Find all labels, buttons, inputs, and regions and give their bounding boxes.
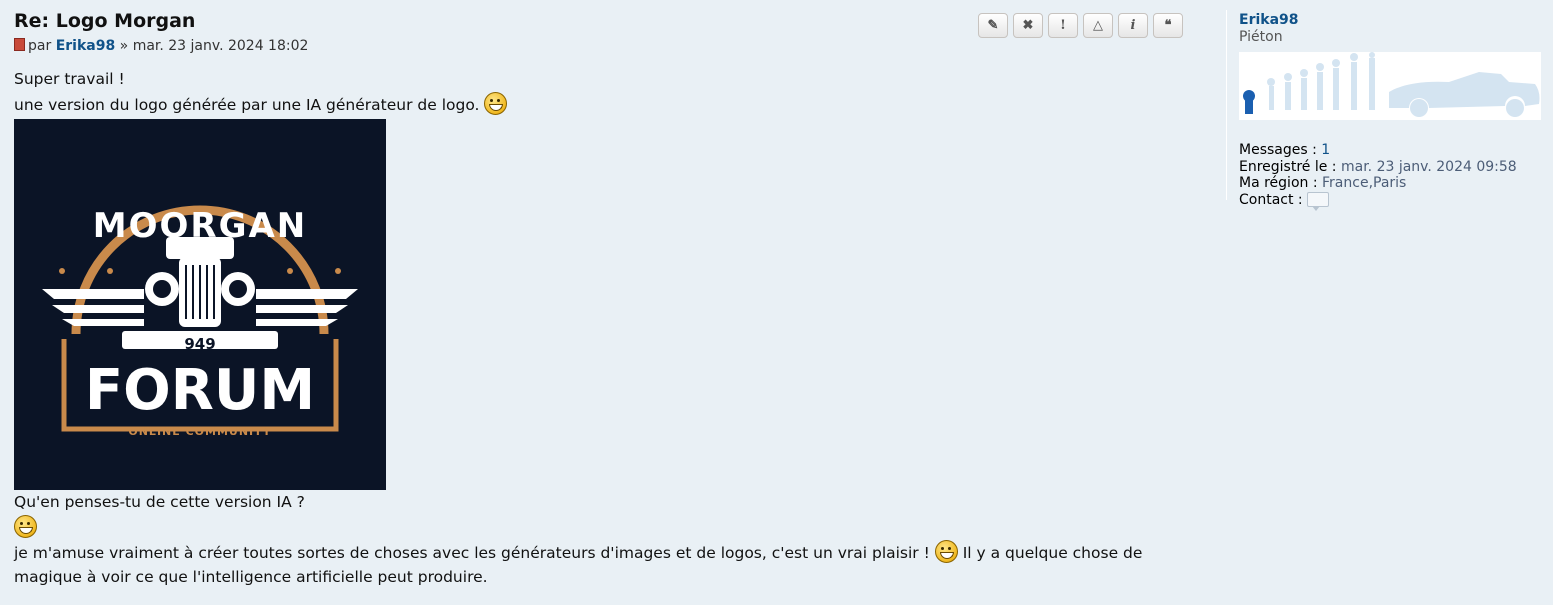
logo-image[interactable]: MOORGAN 949 FORUM ONLINE COMMUNITY [14,119,386,490]
content-line: Super travail ! [14,70,125,88]
logo-plate: 949 [184,335,215,353]
content-line: Qu'en penses-tu de cette version IA ? [14,493,305,511]
region-label: Ma région : [1239,175,1318,191]
pencil-icon: ✎ [987,18,999,33]
info-button[interactable]: i [1118,13,1148,38]
contact-row: Contact : [1239,191,1546,211]
content-text: Il y a quelque chose de [962,544,1143,562]
contact-bubble-icon[interactable] [1307,191,1330,211]
registered-label: Enregistré le : [1239,158,1337,175]
grin-smiley-icon [934,540,958,563]
info-icon: i [1130,18,1136,33]
post-author-line: par Erika98 » mar. 23 janv. 2024 18:02 [14,35,1214,57]
profile-username[interactable]: Erika98 [1239,12,1546,29]
post-body: Re: Logo Morgan par Erika98 » mar. 23 ja… [14,8,1214,590]
grin-smiley-icon [484,92,508,115]
content-text: je m'amuse vraiment à créer toutes sorte… [14,544,930,562]
content-line: magique à voir ce que l'intelligence art… [14,568,488,586]
content-text: une version du logo générée par une IA g… [14,96,480,114]
messages-count[interactable]: 1 [1321,142,1330,158]
triangle-icon: △ [1093,18,1103,33]
quote-button[interactable]: ❝ [1153,13,1183,38]
edit-button[interactable]: ✎ [978,13,1008,38]
registered-row: Enregistré le : mar. 23 janv. 2024 09:58 [1239,159,1546,176]
exclamation-icon: ! [1060,18,1066,33]
registered-date: mar. 23 janv. 2024 09:58 [1340,158,1517,175]
messages-label: Messages : [1239,142,1317,158]
post: Re: Logo Morgan par Erika98 » mar. 23 ja… [0,0,1553,605]
post-content: Super travail ! une version du logo géné… [14,67,1214,590]
content-line: une version du logo générée par une IA g… [14,92,1214,117]
logo-text-line2: FORUM [85,358,315,423]
post-date: mar. 23 janv. 2024 18:02 [132,38,309,54]
content-line [14,515,1214,540]
x-icon: ✖ [1022,18,1034,33]
region-value: France,Paris [1322,175,1407,191]
post-file-icon[interactable] [14,38,25,51]
profile-rank: Piéton [1239,29,1283,45]
post-profile: Erika98 Piéton Messages : 1 Enregistré l… [1226,10,1546,211]
warn-button[interactable]: △ [1083,13,1113,38]
date-separator: » [119,38,129,54]
logo-text-line3: ONLINE COMMUNITY [128,425,271,438]
author-link[interactable]: Erika98 [56,38,116,54]
logo-text-line1: MOORGAN [93,206,308,246]
grin-smiley-icon [14,515,37,538]
report-button[interactable]: ! [1048,13,1078,38]
post-buttons: ✎ ✖ ! △ i ❝ [978,13,1183,38]
rank-image [1239,52,1541,120]
contact-label: Contact : [1239,191,1303,208]
quote-icon: ❝ [1164,18,1172,33]
by-prefix: par [28,38,52,54]
region-row: Ma région : France,Paris [1239,175,1546,192]
messages-row: Messages : 1 [1239,142,1546,159]
content-line: je m'amuse vraiment à créer toutes sorte… [14,540,1214,565]
delete-button[interactable]: ✖ [1013,13,1043,38]
profile-details: Messages : 1 Enregistré le : mar. 23 jan… [1239,142,1546,211]
